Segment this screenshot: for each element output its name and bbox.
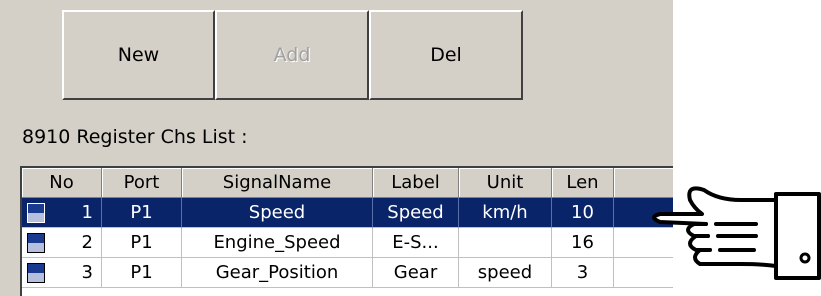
- cell-unit: speed: [459, 258, 552, 288]
- cam-reg-icon: [27, 202, 45, 223]
- cell-port: P1: [102, 198, 182, 228]
- cell-unit: [459, 228, 552, 258]
- cam-reg-icon: [27, 232, 45, 253]
- column-header-no[interactable]: No: [22, 168, 102, 198]
- cell-port: P1: [102, 258, 182, 288]
- cell-label: Speed: [373, 198, 459, 228]
- cell-no: 1: [22, 198, 102, 228]
- row-number: 2: [81, 232, 93, 253]
- column-header-signalname[interactable]: SignalName: [182, 168, 373, 198]
- pointing-hand-icon: [652, 186, 821, 280]
- table-row[interactable]: 1 P1 Speed Speed km/h 10: [22, 198, 673, 228]
- column-header-label[interactable]: Label: [373, 168, 459, 198]
- cell-signal: Gear_Position: [182, 258, 373, 288]
- cell-unit: km/h: [459, 198, 552, 228]
- new-button[interactable]: New: [62, 10, 215, 100]
- add-button: Add: [215, 10, 369, 100]
- cell-port: P1: [102, 228, 182, 258]
- cell-signal: Speed: [182, 198, 373, 228]
- cell-no: 2: [22, 228, 102, 258]
- cell-len: 10: [552, 198, 614, 228]
- list-title: 8910 Register Chs List :: [22, 126, 248, 148]
- list-header-row: No Port SignalName Label Unit Len: [22, 168, 673, 198]
- cell-signal: Engine_Speed: [182, 228, 373, 258]
- register-channel-list[interactable]: No Port SignalName Label Unit Len 1 P1 Spe…: [20, 166, 673, 296]
- row-number: 1: [81, 202, 93, 223]
- row-number: 3: [81, 262, 93, 283]
- del-button-label: Del: [430, 44, 462, 66]
- table-row[interactable]: 2 P1 Engine_Speed E-S... 16: [22, 228, 673, 258]
- table-row[interactable]: 3 P1 Gear_Position Gear speed 3: [22, 258, 673, 288]
- cell-no: 3: [22, 258, 102, 288]
- column-header-len[interactable]: Len: [552, 168, 614, 198]
- new-button-label: New: [117, 44, 160, 66]
- cell-label: E-S...: [373, 228, 459, 258]
- dialog-panel: New Add Del 8910 Register Chs List : No …: [0, 0, 673, 296]
- cell-len: 3: [552, 258, 614, 288]
- add-button-label: Add: [273, 44, 311, 66]
- cell-len: 16: [552, 228, 614, 258]
- column-header-unit[interactable]: Unit: [459, 168, 552, 198]
- column-header-port[interactable]: Port: [102, 168, 182, 198]
- cell-label: Gear: [373, 258, 459, 288]
- cam-reg-icon: [27, 262, 45, 283]
- del-button[interactable]: Del: [369, 10, 523, 100]
